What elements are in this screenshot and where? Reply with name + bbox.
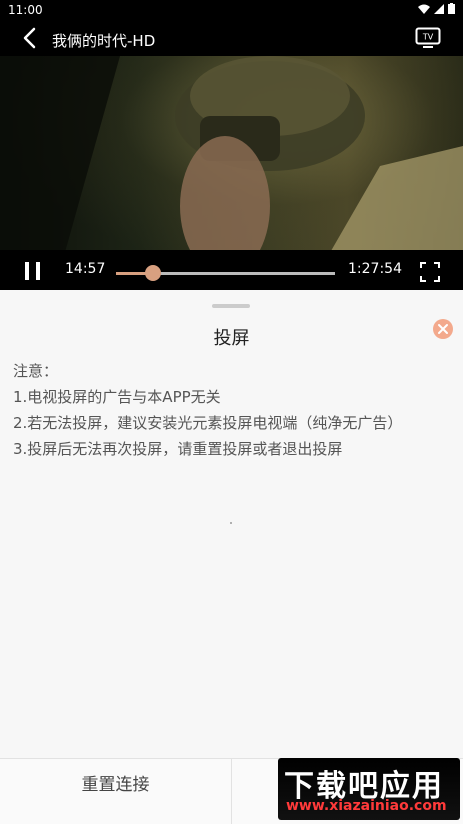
close-icon[interactable] xyxy=(433,319,453,339)
video-player[interactable]: 我俩的时代-HD TV 14:57 1:27:54 xyxy=(0,20,463,290)
cast-sheet: 投屏 注意： 1.电视投屏的广告与本APP无关 2.若无法投屏，建议安装光元素投… xyxy=(0,290,463,823)
current-time: 14:57 xyxy=(65,261,106,277)
total-time: 1:27:54 xyxy=(348,261,402,277)
signal-icon xyxy=(434,3,444,14)
tv-cast-icon[interactable]: TV xyxy=(415,27,441,49)
note-item: 2.若无法投屏，建议安装光元素投屏电视端（纯净无广告） xyxy=(13,414,403,432)
wifi-icon xyxy=(418,4,430,14)
status-time: 11:00 xyxy=(8,3,43,17)
sheet-drag-handle[interactable] xyxy=(212,304,250,308)
svg-text:TV: TV xyxy=(422,33,434,42)
loading-indicator xyxy=(230,522,232,524)
player-controls: 14:57 1:27:54 xyxy=(0,250,463,290)
note-heading: 注意： xyxy=(13,362,59,380)
video-header: 我俩的时代-HD TV xyxy=(0,20,463,56)
notes-list: 注意： 1.电视投屏的广告与本APP无关 2.若无法投屏，建议安装光元素投屏电视… xyxy=(13,358,402,462)
status-icons xyxy=(418,3,455,14)
fullscreen-icon[interactable] xyxy=(420,262,440,282)
reset-connection-button[interactable]: 重置连接 xyxy=(0,759,232,824)
back-arrow-icon[interactable] xyxy=(20,27,40,49)
seek-thumb[interactable] xyxy=(144,265,161,281)
video-title: 我俩的时代-HD xyxy=(52,32,156,50)
pause-icon[interactable] xyxy=(24,261,42,281)
battery-icon xyxy=(448,3,455,14)
note-item: 3.投屏后无法再次投屏，请重置投屏或者退出投屏 xyxy=(13,440,343,458)
watermark-logo: 下载吧应用 www.xiazainiao.com xyxy=(278,758,460,820)
sheet-title: 投屏 xyxy=(213,328,250,349)
video-frame[interactable] xyxy=(0,56,463,270)
status-bar: 11:00 xyxy=(0,0,463,20)
video-still-image xyxy=(0,56,463,270)
watermark-url: www.xiazainiao.com xyxy=(286,798,447,814)
note-item: 1.电视投屏的广告与本APP无关 xyxy=(13,388,221,406)
